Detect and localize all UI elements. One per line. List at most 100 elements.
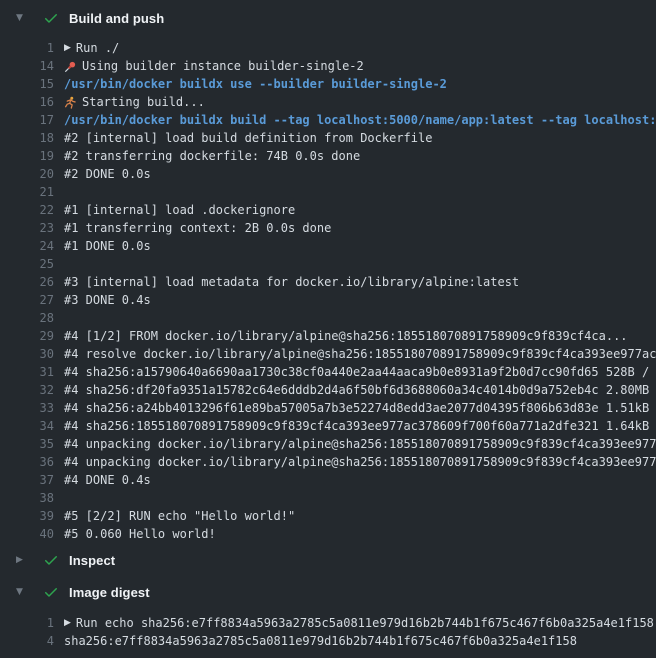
log-line: 23 #1 transferring context: 2B 0.0s done [0,219,656,237]
line-number[interactable]: 35 [0,435,54,453]
log-text-span: /usr/bin/docker buildx use --builder bui… [64,75,447,93]
log-text: Starting build... [64,93,205,111]
line-number[interactable]: 15 [0,75,54,93]
section-title-inspect: Inspect [69,553,115,568]
log-text: #4 DONE 0.4s [64,471,151,489]
log-line: 19 #2 transferring dockerfile: 74B 0.0s d… [0,147,656,165]
log-text-span: #3 DONE 0.4s [64,291,151,309]
log-text: ▶ Run ./ [64,39,119,57]
log-text: #4 [1/2] FROM docker.io/library/alpine@s… [64,327,628,345]
log-line: 35 #4 unpacking docker.io/library/alpine@… [0,435,656,453]
line-number[interactable]: 23 [0,219,54,237]
log-line: 37 #4 DONE 0.4s [0,471,656,489]
log-text-span: Run ./ [76,39,119,57]
log-line: 22#1 [internal] load .dockerignore [0,201,656,219]
log-text: #5 [2/2] RUN echo "Hello world!" [64,507,295,525]
log-text: #4 unpacking docker.io/library/alpine@sh… [64,435,656,453]
line-number[interactable]: 32 [0,381,54,399]
log-line: 27 #3 DONE 0.4s [0,291,656,309]
line-number[interactable]: 21 [0,183,54,201]
chevron-down-icon[interactable]: ▼ [16,14,28,23]
log-text-span: Run echo sha256:e7ff8834a5963a2785c5a081… [76,614,654,632]
actions-log-viewer: ▼ Build and push 1▶Run ./14Using builder… [0,0,656,658]
line-number[interactable]: 1 [0,614,54,632]
log-text-span: #4 sha256:185518070891758909c9f839cf4ca3… [64,417,656,435]
log-text: #2 transferring dockerfile: 74B 0.0s don… [64,147,360,165]
success-check-icon [43,552,59,568]
log-text-span: sha256:e7ff8834a5963a2785c5a0811e979d16b… [64,632,577,650]
log-text: #4 unpacking docker.io/library/alpine@sh… [64,453,656,471]
log-text-span: Using builder instance builder-single-2 [82,57,364,75]
log-text: Using builder instance builder-single-2 [64,57,364,75]
log-text-span: #1 transferring context: 2B 0.0s done [64,219,331,237]
log-text-span: #4 resolve docker.io/library/alpine@sha2… [64,345,656,363]
line-number[interactable]: 33 [0,399,54,417]
log-line: 40 #5 0.060 Hello world! [0,525,656,543]
log-block-build-and-push: 1 ▶ Run ./ 14 Using builder instance builder… [0,39,656,543]
command-text: /usr/bin/docker buildx build --tag local… [64,111,656,129]
log-text-span: #3 [internal] load metadata for docker.i… [64,273,519,291]
line-number[interactable]: 36 [0,453,54,471]
log-line: 28 [0,309,656,327]
success-check-icon [43,584,59,600]
log-line: 34 #4 sha256:185518070891758909c9f839cf4c… [0,417,656,435]
log-text: #4 sha256:185518070891758909c9f839cf4ca3… [64,417,656,435]
log-text-span: #4 unpacking docker.io/library/alpine@sh… [64,453,656,471]
log-text-span: #4 [1/2] FROM docker.io/library/alpine@s… [64,327,628,345]
log-line: 4 sha256:e7ff8834a5963a2785c5a0811e979d16… [0,632,656,650]
pushpin-icon [64,57,77,75]
line-number[interactable]: 34 [0,417,54,435]
log-line: 32 #4 sha256:df20fa9351a15782c64e6dddb2d4… [0,381,656,399]
line-number[interactable]: 24 [0,237,54,255]
line-number[interactable]: 4 [0,632,54,650]
line-number[interactable]: 1 [0,39,54,57]
log-line: 31 #4 sha256:a15790640a6690aa1730c38cf0a4… [0,363,656,381]
line-number[interactable]: 22 [0,201,54,219]
log-line: 33 #4 sha256:a24bb4013296f61e89ba57005a7b… [0,399,656,417]
log-text: #2 [internal] load build definition from… [64,129,432,147]
log-line: 17/usr/bin/docker buildx build --tag loc… [0,111,656,129]
log-text-span: /usr/bin/docker buildx build --tag local… [64,111,656,129]
line-number[interactable]: 27 [0,291,54,309]
log-text-span: Starting build... [82,93,205,111]
line-number[interactable]: 38 [0,489,54,507]
line-number[interactable]: 26 [0,273,54,291]
log-text: #4 sha256:df20fa9351a15782c64e6dddb2d4a6… [64,381,656,399]
line-number[interactable]: 37 [0,471,54,489]
log-line: 20#2 DONE 0.0s [0,165,656,183]
expand-group-icon[interactable]: ▶ [64,614,71,632]
log-text-span: #4 unpacking docker.io/library/alpine@sh… [64,435,656,453]
log-line: 14 Using builder instance builder-single-… [0,57,656,75]
log-line: 39 #5 [2/2] RUN echo "Hello world!" [0,507,656,525]
chevron-right-icon[interactable]: ▶ [16,556,28,565]
log-text: #1 DONE 0.0s [64,237,151,255]
log-line: 24 #1 DONE 0.0s [0,237,656,255]
line-number[interactable]: 18 [0,129,54,147]
log-line: 30 #4 resolve docker.io/library/alpine@sh… [0,345,656,363]
line-number[interactable]: 31 [0,363,54,381]
log-text-span: #1 DONE 0.0s [64,237,151,255]
line-number[interactable]: 28 [0,309,54,327]
section-header-build-and-push[interactable]: ▼ Build and push [0,4,656,32]
log-line: 21 [0,183,656,201]
line-number[interactable]: 17 [0,111,54,129]
line-number[interactable]: 30 [0,345,54,363]
chevron-down-icon[interactable]: ▼ [16,588,28,597]
log-text: sha256:e7ff8834a5963a2785c5a0811e979d16b… [64,632,577,650]
expand-group-icon[interactable]: ▶ [64,39,71,57]
line-number[interactable]: 19 [0,147,54,165]
line-number[interactable]: 40 [0,525,54,543]
line-number[interactable]: 20 [0,165,54,183]
log-text-span: #4 sha256:a15790640a6690aa1730c38cf0a440… [64,363,656,381]
log-line: 15/usr/bin/docker buildx use --builder b… [0,75,656,93]
line-number[interactable]: 39 [0,507,54,525]
log-text-span: #5 0.060 Hello world! [64,525,216,543]
line-number[interactable]: 16 [0,93,54,111]
line-number[interactable]: 25 [0,255,54,273]
section-header-inspect[interactable]: ▶ Inspect [0,546,656,574]
line-number[interactable]: 14 [0,57,54,75]
log-text-span: #2 transferring dockerfile: 74B 0.0s don… [64,147,360,165]
section-header-image-digest[interactable]: ▼ Image digest [0,578,656,606]
log-text-span: #4 sha256:a24bb4013296f61e89ba57005a7b3e… [64,399,656,417]
line-number[interactable]: 29 [0,327,54,345]
